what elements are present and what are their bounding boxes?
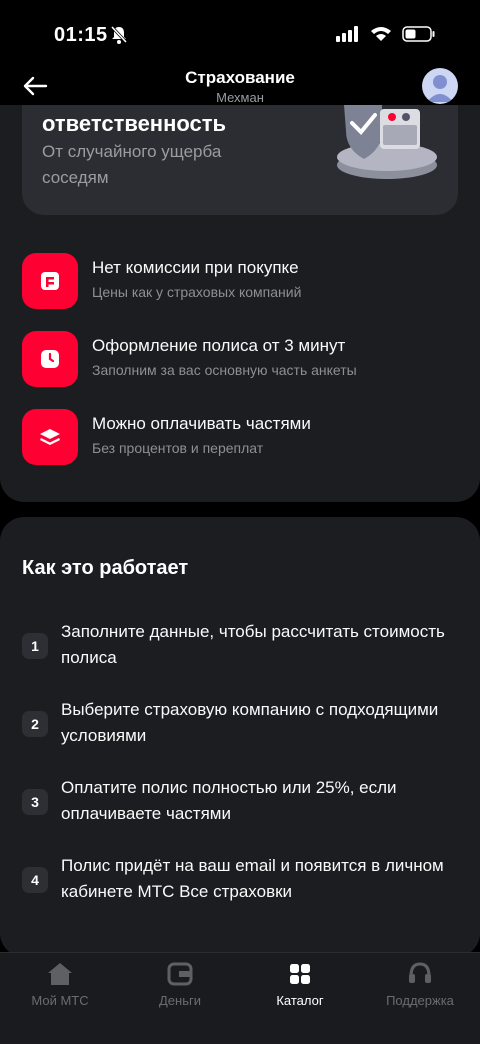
clock-icon <box>22 331 78 387</box>
page-subtitle: Мехман <box>216 90 264 105</box>
feature-subtitle: Цены как у страховых компаний <box>92 284 302 300</box>
user-icon <box>427 75 453 102</box>
step-text: Оплатите полис полностью или 25%, если о… <box>61 778 397 823</box>
grid-icon <box>290 964 310 984</box>
app-header: Страхование Мехман <box>0 60 480 110</box>
feature-fast-policy: Оформление полиса от 3 минут Заполним за… <box>22 331 442 391</box>
shield-stove-illustration <box>337 105 437 179</box>
tab-label: Каталог <box>276 993 324 1008</box>
feature-title: Нет комиссии при покупке <box>92 258 299 277</box>
step-number: 1 <box>22 633 48 659</box>
feature-subtitle: Без процентов и переплат <box>92 440 264 456</box>
bottom-tab-bar: Мой МТС Деньги Каталог Поддержка <box>0 952 480 1044</box>
battery-icon <box>402 26 435 42</box>
headset-icon <box>409 962 431 983</box>
tab-label: Деньги <box>159 993 201 1008</box>
insurance-promo-card[interactable]: ответственность От случайного ущерба сос… <box>22 105 458 215</box>
tab-my-mts[interactable]: Мой МТС <box>0 961 120 1008</box>
tab-label: Поддержка <box>386 993 454 1008</box>
home-icon <box>48 963 72 985</box>
tab-catalog[interactable]: Каталог <box>240 961 360 1008</box>
benefits-panel: ответственность От случайного ущерба сос… <box>0 105 480 502</box>
step-text: Полис придёт на ваш email и появится в л… <box>61 856 444 901</box>
how-it-works-panel: Как это работает 1 Заполните данные, что… <box>0 517 480 957</box>
step-number: 3 <box>22 789 48 815</box>
tab-label: Мой МТС <box>31 993 89 1008</box>
avatar[interactable] <box>422 68 458 104</box>
section-title: Как это работает <box>22 557 189 579</box>
feature-no-commission: Нет комиссии при покупке Цены как у стра… <box>22 253 442 313</box>
tab-support[interactable]: Поддержка <box>360 961 480 1008</box>
tab-money[interactable]: Деньги <box>120 961 240 1008</box>
feature-title: Можно оплачивать частями <box>92 414 311 433</box>
wifi-icon <box>371 27 391 41</box>
status-time: 01:15 <box>54 24 108 46</box>
bell-muted-icon <box>110 25 128 44</box>
feature-title: Оформление полиса от 3 минут <box>92 336 346 355</box>
wallet-icon <box>167 962 193 986</box>
feature-installments: Можно оплачивать частями Без процентов и… <box>22 409 442 469</box>
promo-subtitle: От случайного ущерба соседям <box>42 142 222 187</box>
layers-icon <box>22 409 78 465</box>
step-text: Заполните данные, чтобы рассчитать стоим… <box>61 622 445 667</box>
feature-subtitle: Заполним за вас основную часть анкеты <box>92 362 357 378</box>
page-title: Страхование <box>185 68 295 87</box>
promo-title: ответственность <box>42 111 227 136</box>
step-number: 4 <box>22 867 48 893</box>
step-text: Выберите страховую компанию с подходящим… <box>61 700 439 745</box>
signal-icon <box>336 26 358 42</box>
step-number: 2 <box>22 711 48 737</box>
wallet-icon <box>22 253 78 309</box>
